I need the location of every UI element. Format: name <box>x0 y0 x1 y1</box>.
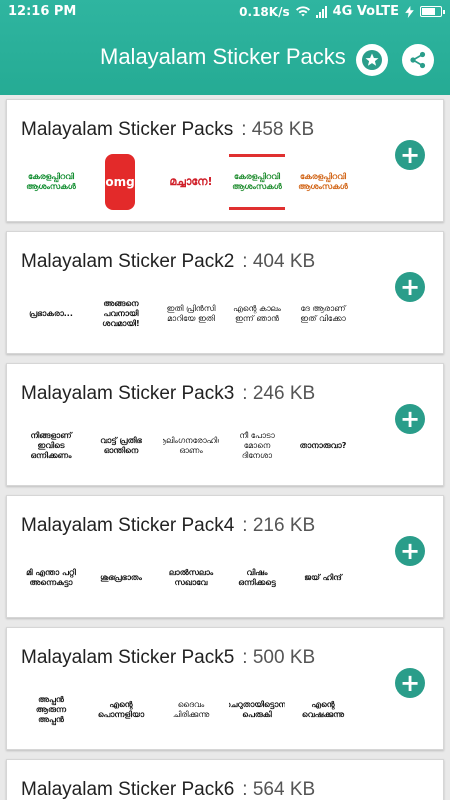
status-time: 12:16 PM <box>8 4 77 19</box>
pack-name: Malayalam Sticker Pack2 <box>21 251 235 272</box>
sticker-preview: കേരളപ്പിറവി ആശംസകൾ <box>229 154 285 210</box>
sticker-preview: മച്ചാനേ! <box>169 175 213 188</box>
sticker-pack-card[interactable]: Malayalam Sticker Pack2 : 404 KB പ്രഭാകരാ… <box>6 231 444 354</box>
add-to-whatsapp-button[interactable]: + <box>395 404 425 434</box>
pack-name: Malayalam Sticker Pack3 <box>21 383 235 404</box>
sticker-preview-row: നിങ്ങളാണ് ഇവിടെ ഒന്നിക്കണം വാട്ട് പ്രതിഭ… <box>23 418 353 478</box>
sticker-preview-row: പ്രഭാകരാ... അങ്ങനെ പവനായി ശവമായി! ഇതി പ്… <box>23 286 353 346</box>
sticker-preview: ജയ് ഹിന്ദ് <box>304 573 342 582</box>
sticker-preview: ശുഭപ്രഭാതം <box>100 573 142 582</box>
share-button[interactable] <box>402 44 434 76</box>
sticker-preview-row: മി എന്താ പറ്റി അന്നെകുട്ടാ ശുഭപ്രഭാതം ലാ… <box>23 550 353 610</box>
pack-name: Malayalam Sticker Pack4 <box>21 515 235 536</box>
flash-icon <box>405 5 414 18</box>
pack-title: Malayalam Sticker Pack3 : 246 KB <box>21 383 315 405</box>
pack-size: : 458 KB <box>241 119 315 140</box>
sticker-preview: ദൈവം ചിരിക്കുന്നു <box>172 700 210 719</box>
plus-icon: + <box>399 405 421 433</box>
pack-size: : 564 KB <box>242 779 316 800</box>
plus-icon: + <box>399 669 421 697</box>
add-to-whatsapp-button[interactable]: + <box>395 140 425 170</box>
plus-icon: + <box>399 537 421 565</box>
pack-title: Malayalam Sticker Packs : 458 KB <box>21 119 314 141</box>
sticker-preview: എന്റെ കാലം ഇന്ന് ഞാൻ <box>233 304 281 323</box>
signal-icon <box>315 5 327 18</box>
sticker-preview-row: അപ്പൻ ആരുന്ന അപ്പൻ എന്റെ പൊന്നളിയാ ദൈവം … <box>23 682 353 742</box>
sticker-preview: മി എന്താ പറ്റി അന്നെകുട്ടാ <box>26 568 76 587</box>
sticker-pack-card[interactable]: Malayalam Sticker Packs : 458 KB കേരളപ്പി… <box>6 99 444 222</box>
pack-size: : 404 KB <box>242 251 316 272</box>
pack-size: : 216 KB <box>242 515 316 536</box>
sticker-pack-card[interactable]: Malayalam Sticker Pack3 : 246 KB നിങ്ങളാണ… <box>6 363 444 486</box>
pack-size: : 246 KB <box>242 383 316 404</box>
pack-title: Malayalam Sticker Pack6 : 564 KB <box>21 779 315 800</box>
network-speed: 0.18K/s <box>239 4 290 19</box>
sticker-preview: പ്രഭാകരാ... <box>29 309 73 318</box>
sticker-preview: എന്റെ പൊന്നളിയാ <box>97 700 145 719</box>
pack-name: Malayalam Sticker Pack6 <box>21 779 235 800</box>
pack-title: Malayalam Sticker Pack4 : 216 KB <box>21 515 315 537</box>
app-title: Malayalam Sticker Packs <box>100 44 346 69</box>
sticker-preview: ആലിംഗനരോഹിതം ഓണം <box>163 436 219 455</box>
sticker-preview: എന്റെ വെഷക്കുന്നു <box>301 700 345 719</box>
sticker-preview: താനാരുവാ? <box>299 441 347 450</box>
sticker-preview: നിങ്ങളാണ് ഇവിടെ ഒന്നിക്കണം <box>30 431 72 460</box>
sticker-preview: വിഷം ഒന്നിക്കട്ടെ <box>238 568 276 587</box>
sticker-preview: ദേ ആരാണ് ഇത് വിക്കോ <box>300 304 346 323</box>
pack-size: : 500 KB <box>242 647 316 668</box>
status-right: 0.18K/s 4G VoLTE <box>239 4 445 19</box>
sticker-preview: നീ പോടാ മോനെ ദിനേശാ <box>239 431 275 460</box>
pack-name: Malayalam Sticker Packs <box>21 119 234 140</box>
sticker-pack-card[interactable]: Malayalam Sticker Pack4 : 216 KB മി എന്താ… <box>6 495 444 618</box>
share-icon <box>410 51 426 69</box>
sticker-pack-card[interactable]: Malayalam Sticker Pack5 : 500 KB അപ്പൻ ആര… <box>6 627 444 750</box>
add-to-whatsapp-button[interactable]: + <box>395 536 425 566</box>
pack-title: Malayalam Sticker Pack5 : 500 KB <box>21 647 315 669</box>
sticker-preview: വാട്ട് പ്രതിഭ ഓന്തിനെ <box>100 436 142 455</box>
plus-icon: + <box>399 141 421 169</box>
pack-title: Malayalam Sticker Pack2 : 404 KB <box>21 251 315 273</box>
sticker-preview: ലാൽസലാം സഖാവേ <box>168 568 214 587</box>
sticker-pack-card[interactable]: Malayalam Sticker Pack6 : 564 KB <box>6 759 444 800</box>
plus-icon: + <box>399 273 421 301</box>
wifi-icon <box>295 5 310 16</box>
status-bar: 12:16 PM 0.18K/s 4G VoLTE <box>0 0 450 24</box>
battery-icon <box>420 6 445 17</box>
favorite-button[interactable] <box>356 44 388 76</box>
sticker-preview: ചെറുതായിട്ടൊന്ന് പെരുകി <box>229 700 285 719</box>
network-type: 4G VoLTE <box>332 4 399 19</box>
app-header: 12:16 PM 0.18K/s 4G VoLTE Malayalam Stic… <box>0 0 450 95</box>
sticker-preview: കേരളപ്പിറവി ആശംസകൾ <box>26 172 76 191</box>
sticker-preview: അങ്ങനെ പവനായി ശവമായി! <box>102 299 140 328</box>
add-to-whatsapp-button[interactable]: + <box>395 668 425 698</box>
pack-name: Malayalam Sticker Pack5 <box>21 647 235 668</box>
sticker-preview: ഇതി പ്രിൻസി മാറിയേ ഇതി <box>166 304 216 323</box>
sticker-preview: കേരളപ്പിറവി ആശംസകൾ <box>298 172 348 191</box>
sticker-preview: omg <box>105 154 135 210</box>
sticker-preview: അപ്പൻ ആരുന്ന അപ്പൻ <box>35 695 67 724</box>
star-icon <box>362 50 382 70</box>
add-to-whatsapp-button[interactable]: + <box>395 272 425 302</box>
sticker-preview-row: കേരളപ്പിറവി ആശംസകൾ omg മച്ചാനേ! കേരളപ്പി… <box>23 154 353 214</box>
